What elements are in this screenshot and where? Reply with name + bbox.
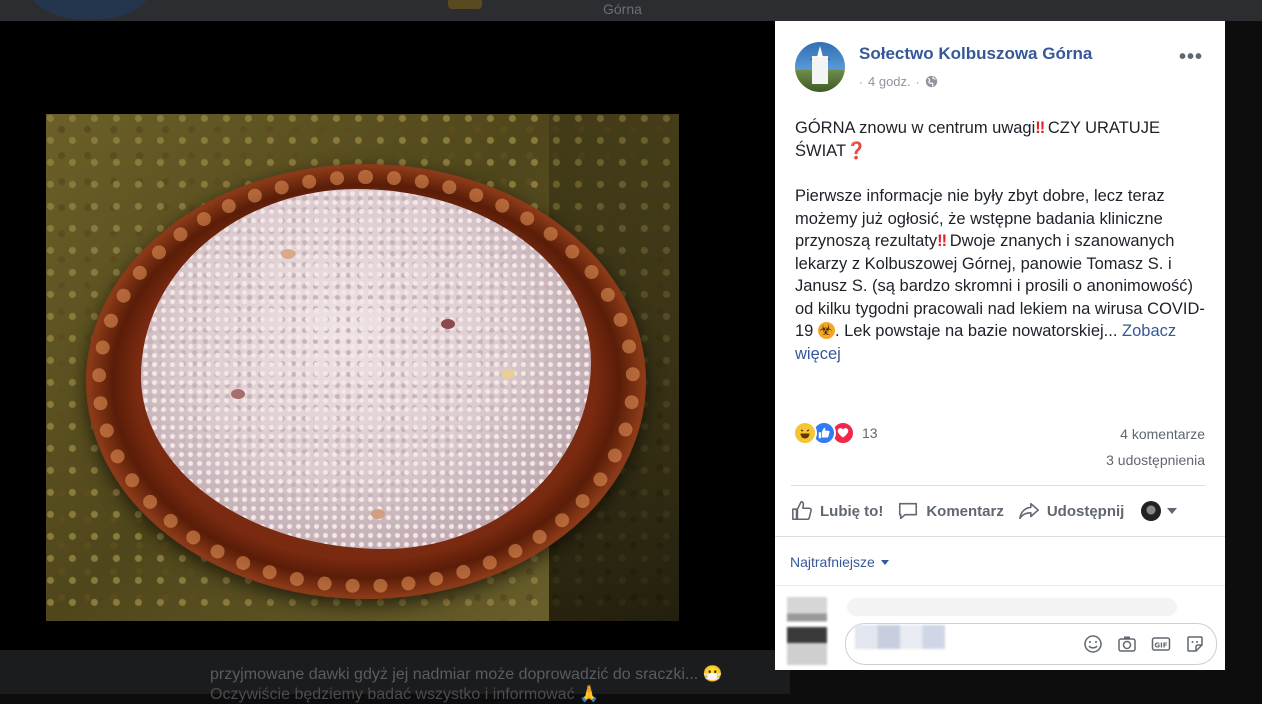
blurred-name	[855, 625, 945, 649]
background-text-line: Oczywiście będziemy badać wszystko i inf…	[210, 686, 599, 703]
share-arrow-icon	[1018, 500, 1040, 522]
headline-text: GÓRNA znowu w centrum uwagi	[795, 119, 1036, 137]
post-meta: · 4 godz. ·	[859, 74, 938, 89]
comment-sort-dropdown[interactable]: Najtrafniejsze	[790, 554, 889, 570]
post-text: GÓRNA znowu w centrum uwagi‼ CZY URATUJE…	[795, 117, 1210, 365]
post-actions: Lubię to! Komentarz Udostępnij	[791, 498, 1178, 524]
comments-count-link[interactable]: 4 komentarze	[1120, 426, 1205, 442]
camera-icon[interactable]	[1116, 633, 1138, 655]
double-exclamation-emoji: ‼	[937, 232, 947, 250]
rice-dish	[141, 189, 591, 549]
like-button-label: Lubię to!	[820, 502, 884, 520]
reactions-summary[interactable]: 13	[793, 421, 878, 445]
user-avatar	[1141, 501, 1162, 521]
divider	[775, 585, 1225, 586]
post-headline: GÓRNA znowu w centrum uwagi‼ CZY URATUJE…	[795, 117, 1210, 162]
background-avatar	[30, 0, 150, 20]
haha-reaction-icon	[793, 421, 817, 445]
church-spire-shape	[817, 46, 823, 57]
red-question-emoji: ❓	[846, 141, 867, 160]
comment-button-label: Komentarz	[926, 502, 1004, 520]
background-word: Górna	[603, 1, 642, 17]
sticker-icon[interactable]	[1184, 633, 1206, 655]
comment-bubble-icon	[897, 500, 919, 522]
rice-detail	[441, 319, 455, 329]
background-page-text: przyjmowane dawki gdyż jej nadmiar może …	[0, 650, 790, 703]
post-timestamp[interactable]: 4 godz.	[868, 74, 911, 89]
share-button[interactable]: Udostępnij	[1018, 500, 1125, 522]
chevron-down-icon	[880, 559, 889, 565]
svg-text:GIF: GIF	[1154, 642, 1167, 650]
body-text: . Lek powstaje na bazie nowatorskiej...	[834, 322, 1118, 340]
thumbs-up-icon	[791, 500, 813, 522]
rice-detail	[501, 369, 515, 379]
biohazard-icon	[817, 320, 835, 343]
post-panel: Sołectwo Kolbuszowa Górna · 4 godz. · ••…	[775, 21, 1225, 670]
page-name-link[interactable]: Sołectwo Kolbuszowa Górna	[859, 44, 1092, 64]
comment-sort-label: Najtrafniejsze	[790, 554, 875, 570]
blurred-avatar	[787, 597, 827, 665]
gif-icon[interactable]: GIF	[1150, 633, 1172, 655]
rice-detail	[371, 509, 385, 519]
comment-input-tools: GIF	[1082, 633, 1206, 655]
meta-separator: ·	[915, 74, 920, 89]
rice-detail	[231, 389, 245, 399]
photo-viewer[interactable]	[0, 21, 775, 650]
audience-selector[interactable]	[1141, 501, 1178, 521]
globe-icon[interactable]	[925, 75, 938, 88]
chevron-down-icon	[1167, 508, 1178, 514]
post-body: Pierwsze informacje nie były zbyt dobre,…	[795, 185, 1210, 365]
more-options-icon[interactable]: •••	[1179, 46, 1203, 69]
background-text-line: przyjmowane dawki gdyż jej nadmiar może …	[210, 666, 723, 683]
church-shape	[812, 56, 828, 84]
background-page-header: Górna	[0, 0, 1262, 21]
blurred-comment	[847, 598, 1177, 616]
rice-detail	[281, 249, 295, 259]
comment-button[interactable]: Komentarz	[897, 500, 1004, 522]
divider	[791, 485, 1205, 486]
post-photo[interactable]	[46, 114, 679, 621]
page-avatar[interactable]	[795, 42, 845, 92]
shares-count-link[interactable]: 3 udostępnienia	[1106, 452, 1205, 468]
background-badge	[448, 0, 482, 9]
like-button[interactable]: Lubię to!	[791, 500, 883, 522]
share-button-label: Udostępnij	[1046, 502, 1125, 520]
reaction-count[interactable]: 13	[862, 425, 878, 441]
meta-separator: ·	[859, 74, 863, 89]
emoji-icon[interactable]	[1082, 633, 1104, 655]
divider	[775, 536, 1225, 537]
